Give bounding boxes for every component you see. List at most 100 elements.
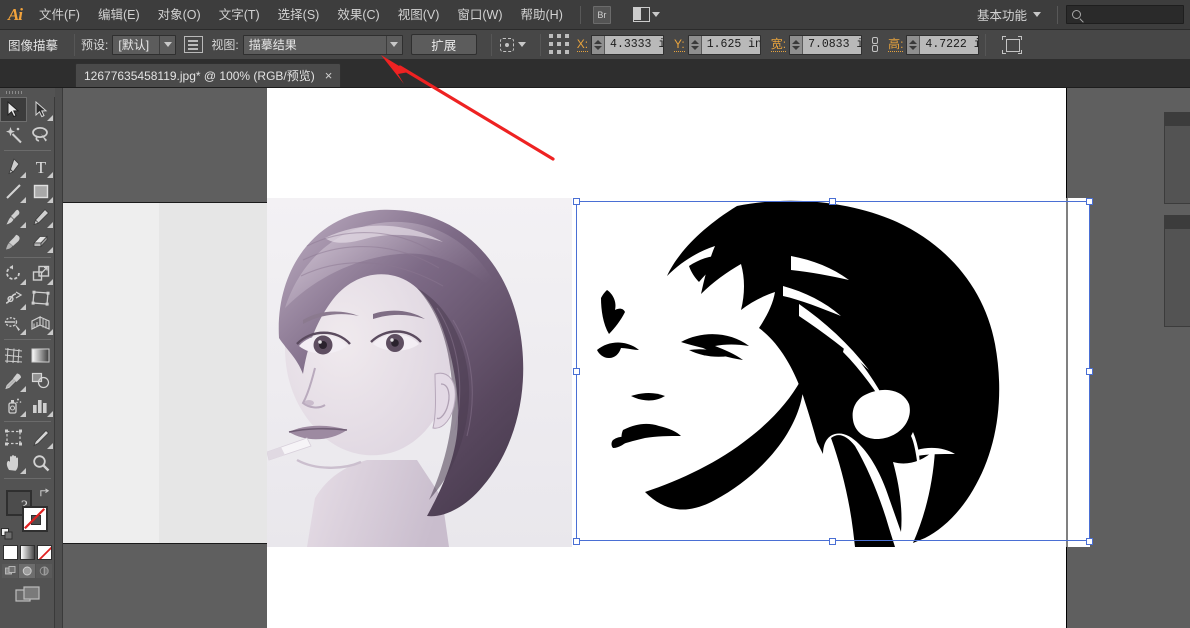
gradient-swatch[interactable] <box>20 545 35 560</box>
slice-tool[interactable] <box>27 425 54 450</box>
pencil-tool[interactable] <box>27 204 54 229</box>
zoom-tool[interactable] <box>27 450 54 475</box>
artboard-tool[interactable] <box>0 425 27 450</box>
lasso-tool[interactable] <box>27 122 54 147</box>
workspace-switcher-label[interactable]: 基本功能 <box>977 5 1027 24</box>
selection-tool[interactable] <box>0 97 27 122</box>
shape-builder-tool[interactable] <box>0 311 27 336</box>
width-field[interactable]: 7.0833 i <box>789 34 863 55</box>
panel-collapsed-1[interactable] <box>1164 112 1190 204</box>
mesh-tool[interactable] <box>0 343 27 368</box>
flyout-indicator-icon <box>46 171 53 178</box>
panel-collapsed-2[interactable] <box>1164 215 1190 327</box>
direct-selection-tool[interactable] <box>27 97 54 122</box>
x-value: 4.3333 i <box>610 38 664 51</box>
paintbrush-tool[interactable] <box>0 204 27 229</box>
type-tool[interactable]: T <box>27 154 54 179</box>
flyout-indicator-icon <box>19 385 26 392</box>
traced-result-artwork[interactable] <box>577 198 1090 547</box>
panel-header-2[interactable] <box>1165 216 1190 229</box>
height-stepper[interactable] <box>907 35 921 54</box>
hand-tool[interactable] <box>0 450 27 475</box>
transform-reference-icon[interactable] <box>498 36 516 54</box>
eraser-tool[interactable] <box>27 229 54 254</box>
document-tab-title: 12677635458119.jpg* @ 100% (RGB/预览) <box>84 69 315 83</box>
menubar-right-group: 基本功能 <box>977 0 1190 30</box>
menu-type[interactable]: 文字(T) <box>210 0 269 30</box>
draw-inside-mode[interactable] <box>36 564 52 578</box>
width-tool[interactable] <box>0 286 27 311</box>
free-transform-tool[interactable] <box>27 286 54 311</box>
reference-point-selector[interactable] <box>548 33 571 56</box>
panel-header-1[interactable] <box>1165 113 1190 126</box>
blend-tool[interactable] <box>27 368 54 393</box>
tools-divider-4 <box>4 421 51 422</box>
transform-chevron-down-icon[interactable] <box>517 42 526 47</box>
tools-divider-2 <box>4 257 51 258</box>
transform-bounds-icon[interactable] <box>1002 35 1023 54</box>
menu-effect[interactable]: 效果(C) <box>328 0 388 30</box>
rectangle-tool[interactable] <box>27 179 54 204</box>
tracing-panel-icon[interactable] <box>184 36 204 53</box>
perspective-grid-tool[interactable] <box>27 311 54 336</box>
x-stepper[interactable] <box>592 35 606 54</box>
scale-tool[interactable] <box>27 261 54 286</box>
tools-panel-drag-handle[interactable] <box>0 88 55 97</box>
bridge-button[interactable]: Br <box>592 5 611 24</box>
arrange-documents-icon <box>632 7 650 22</box>
pen-tool[interactable] <box>0 154 27 179</box>
expand-button[interactable]: 扩展 <box>410 34 477 55</box>
stroke-swatch[interactable] <box>22 506 48 532</box>
menu-window[interactable]: 窗口(W) <box>448 0 511 30</box>
preset-dropdown[interactable]: [默认] <box>112 34 177 55</box>
height-field[interactable]: 4.7222 i <box>906 34 980 55</box>
width-stepper[interactable] <box>790 35 804 54</box>
arrange-documents-button[interactable] <box>632 7 660 22</box>
default-fill-stroke-icon[interactable] <box>1 528 13 540</box>
tools-grid: T <box>0 97 55 482</box>
width-label: 宽: <box>770 36 787 52</box>
y-value: 1.625 in <box>706 38 760 51</box>
document-tab[interactable]: 12677635458119.jpg* @ 100% (RGB/预览) × <box>75 63 342 87</box>
blob-brush-tool[interactable] <box>0 229 27 254</box>
search-input[interactable] <box>1066 5 1184 24</box>
gradient-tool[interactable] <box>27 343 54 368</box>
app-logo-icon: Ai <box>7 4 23 24</box>
portrait-photo <box>267 198 572 547</box>
image-strip <box>63 202 267 544</box>
flyout-indicator-icon <box>19 328 26 335</box>
workspace-chevron-down-icon[interactable] <box>1033 12 1041 17</box>
canvas-area[interactable] <box>55 88 1190 628</box>
search-icon <box>1072 10 1081 19</box>
symbol-sprayer-tool[interactable] <box>0 393 27 418</box>
menu-edit[interactable]: 编辑(E) <box>89 0 149 30</box>
close-icon[interactable]: × <box>325 68 333 83</box>
lock-aspect-ratio-icon[interactable] <box>867 36 883 54</box>
rotate-tool[interactable] <box>0 261 27 286</box>
view-chevron-down-icon <box>385 35 402 54</box>
draw-normal-mode[interactable] <box>2 564 18 578</box>
color-swatch[interactable] <box>3 545 18 560</box>
menu-object[interactable]: 对象(O) <box>149 0 210 30</box>
view-dropdown[interactable]: 描摹结果 <box>242 34 403 55</box>
menu-file[interactable]: 文件(F) <box>30 0 89 30</box>
flyout-indicator-icon <box>46 410 53 417</box>
column-graph-tool[interactable] <box>27 393 54 418</box>
y-field[interactable]: 1.625 in <box>687 34 761 55</box>
y-stepper[interactable] <box>688 35 702 54</box>
line-segment-tool[interactable] <box>0 179 27 204</box>
change-screen-mode-button[interactable] <box>0 586 55 606</box>
menu-view[interactable]: 视图(V) <box>389 0 449 30</box>
magic-wand-tool[interactable] <box>0 122 27 147</box>
none-swatch[interactable] <box>37 545 52 560</box>
svg-text:T: T <box>35 158 46 176</box>
x-field[interactable]: 4.3333 i <box>591 34 665 55</box>
menu-select[interactable]: 选择(S) <box>269 0 329 30</box>
swap-fill-stroke-icon[interactable] <box>39 488 50 499</box>
flyout-indicator-icon <box>46 442 53 449</box>
placed-photo-image[interactable] <box>267 198 572 547</box>
screen-mode-icon <box>14 586 40 602</box>
menu-help[interactable]: 帮助(H) <box>512 0 572 30</box>
draw-behind-mode[interactable] <box>19 564 35 578</box>
eyedropper-tool[interactable] <box>0 368 27 393</box>
